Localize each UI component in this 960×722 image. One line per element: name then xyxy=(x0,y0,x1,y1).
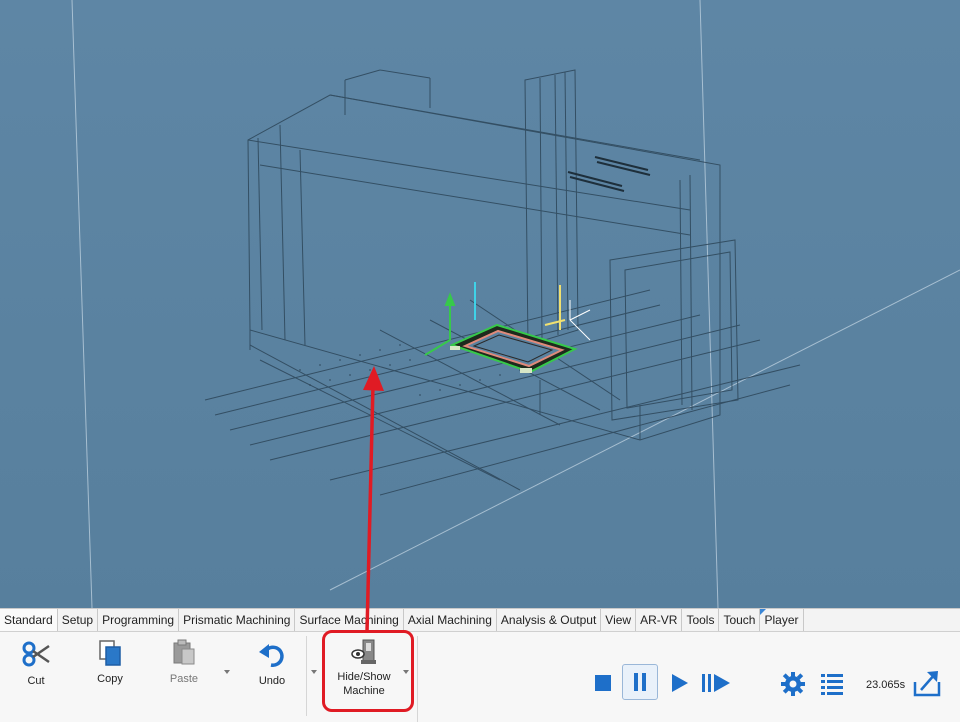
undo-dropdown-arrow[interactable] xyxy=(311,670,317,674)
tab-view[interactable]: View xyxy=(601,609,637,631)
paste-button[interactable]: Paste xyxy=(164,638,204,686)
toolbar-separator xyxy=(417,636,418,722)
export-icon[interactable] xyxy=(912,668,942,698)
tab-prismatic-machining[interactable]: Prismatic Machining xyxy=(179,609,296,631)
tab-analysis-output[interactable]: Analysis & Output xyxy=(497,609,602,631)
step-forward-icon[interactable] xyxy=(700,672,734,694)
tab-ar-vr[interactable]: AR-VR xyxy=(636,609,683,631)
3d-viewport[interactable] xyxy=(0,0,960,608)
elapsed-time: 23.065s xyxy=(866,679,906,691)
tab-touch[interactable]: Touch xyxy=(719,609,761,631)
copy-button[interactable]: Copy xyxy=(90,638,130,686)
paste-dropdown-arrow[interactable] xyxy=(224,670,230,674)
gear-icon[interactable] xyxy=(780,671,806,697)
tab-corner-marker xyxy=(760,609,767,615)
ribbon-tab-bar: Standard Setup Programming Prismatic Mac… xyxy=(0,608,960,632)
tab-programming[interactable]: Programming xyxy=(98,609,180,631)
tab-axial-machining[interactable]: Axial Machining xyxy=(404,609,497,631)
undo-button[interactable]: Undo xyxy=(252,640,292,688)
tab-tools[interactable]: Tools xyxy=(682,609,720,631)
highlight-box xyxy=(322,630,414,712)
stop-icon[interactable] xyxy=(594,674,612,692)
workpiece xyxy=(449,323,578,374)
tab-setup[interactable]: Setup xyxy=(58,609,99,631)
scissors-icon xyxy=(22,641,50,667)
undo-label: Undo xyxy=(258,675,286,687)
cut-button[interactable]: Cut xyxy=(16,640,56,688)
machine-wireframe xyxy=(71,0,960,608)
paste-icon xyxy=(173,639,195,665)
ribbon-toolbar: Cut Copy Paste Undo Hide/Show Machine 23… xyxy=(0,632,960,722)
cut-label: Cut xyxy=(27,675,45,687)
copy-icon xyxy=(99,640,121,666)
undo-icon xyxy=(259,644,284,667)
tab-player[interactable]: Player xyxy=(760,609,804,631)
pause-button[interactable] xyxy=(622,664,658,700)
list-icon[interactable] xyxy=(820,672,844,696)
toolbar-separator xyxy=(306,636,307,716)
play-icon[interactable] xyxy=(670,672,690,694)
tab-surface-machining[interactable]: Surface Machining xyxy=(295,609,404,631)
tab-standard[interactable]: Standard xyxy=(0,609,58,631)
pause-icon xyxy=(634,673,646,691)
paste-label: Paste xyxy=(169,673,199,685)
copy-label: Copy xyxy=(97,673,123,685)
